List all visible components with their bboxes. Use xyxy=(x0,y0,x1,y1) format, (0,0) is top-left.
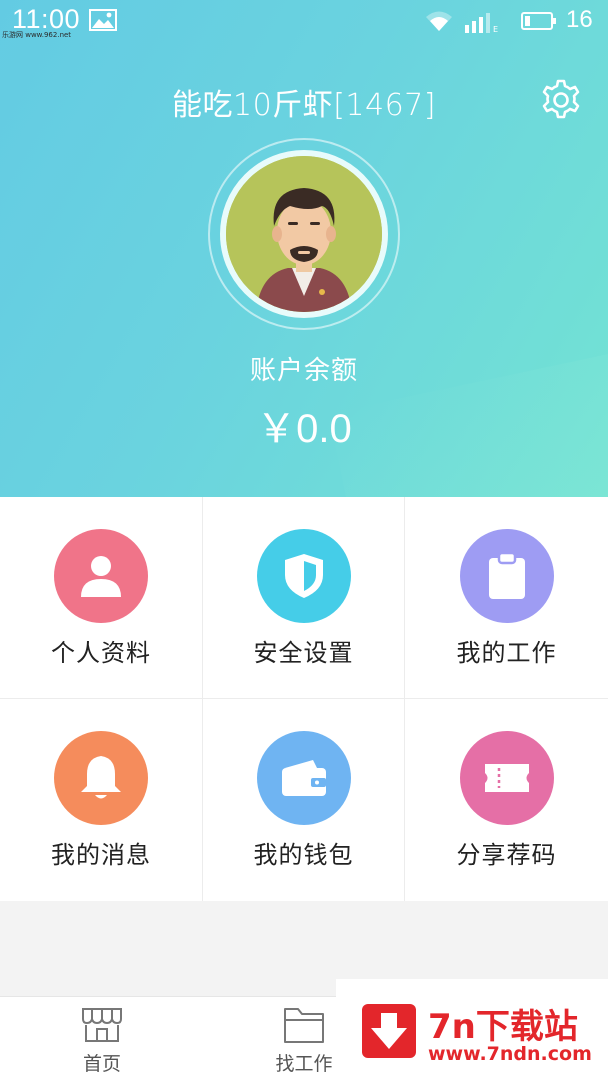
grid-item-label: 我的消息 xyxy=(51,841,151,869)
person-icon xyxy=(54,529,148,623)
folder-icon xyxy=(284,1008,324,1043)
battery-icon xyxy=(521,12,556,30)
clipboard-icon xyxy=(459,529,554,623)
nav-home[interactable]: 首页 xyxy=(42,997,162,1080)
watermark-url: www.7ndn.com xyxy=(428,1043,592,1065)
grid-item-wallet[interactable]: 我的钱包 xyxy=(203,699,405,901)
watermark-title: 7n下载站 xyxy=(428,1007,578,1047)
grid-item-label: 我的工作 xyxy=(456,639,557,667)
profile-header: 11:00 乐游网 www.962.net E 16 能吃10斤虾[1467] xyxy=(0,0,608,497)
ticket-icon xyxy=(459,731,554,825)
grid-item-label: 安全设置 xyxy=(253,639,354,667)
signal-icon: E xyxy=(465,13,498,33)
battery-level: 16 xyxy=(566,6,593,33)
nav-home-label: 首页 xyxy=(82,1053,121,1075)
grid-item-share-code[interactable]: 分享荐码 xyxy=(405,699,608,901)
avatar[interactable] xyxy=(220,150,388,318)
image-icon xyxy=(89,9,117,31)
wallet-icon xyxy=(256,731,351,825)
balance-label: 账户余额 xyxy=(249,356,358,386)
shield-icon xyxy=(256,529,351,623)
download-arrow-icon xyxy=(362,1004,416,1058)
wifi-icon xyxy=(426,11,452,31)
menu-grid: 个人资料 安全设置 我的工作 我的消息 我的钱包 分享荐码 xyxy=(0,497,608,901)
watermark-banner: 7n下载站 www.7ndn.com xyxy=(336,979,608,1080)
grid-item-profile[interactable]: 个人资料 xyxy=(0,497,203,699)
status-bar: 11:00 乐游网 www.962.net E 16 xyxy=(0,0,608,44)
svg-text:E: E xyxy=(493,25,498,33)
avatar-illustration xyxy=(226,156,382,312)
status-watermark: 乐游网 www.962.net xyxy=(2,31,72,39)
bell-icon xyxy=(54,731,148,825)
username: 能吃10斤虾[1467] xyxy=(172,88,436,123)
grid-item-label: 个人资料 xyxy=(51,639,151,667)
gear-icon[interactable] xyxy=(539,78,583,122)
balance-value: ￥0.0 xyxy=(256,407,352,451)
grid-item-label: 分享荐码 xyxy=(456,841,557,869)
grid-item-label: 我的钱包 xyxy=(253,841,354,869)
grid-item-messages[interactable]: 我的消息 xyxy=(0,699,203,901)
grid-item-security[interactable]: 安全设置 xyxy=(203,497,405,699)
storefront-icon xyxy=(82,1008,122,1042)
grid-item-my-work[interactable]: 我的工作 xyxy=(405,497,608,699)
